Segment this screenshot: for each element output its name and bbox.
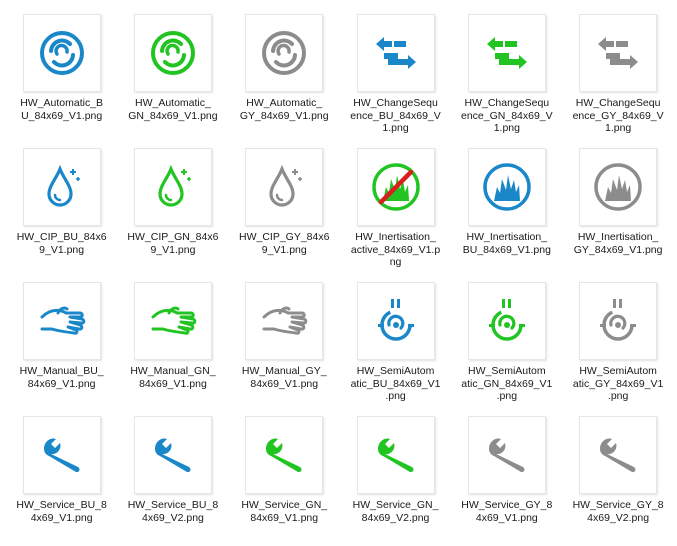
file-name-label: HW_ChangeSequ ence_GY_84x69_V 1.png: [572, 97, 664, 134]
file-item[interactable]: HW_ChangeSequ ence_GN_84x69_V 1.png: [451, 10, 562, 144]
file-name-label: HW_Service_GY_8 4x69_V2.png: [572, 499, 664, 524]
file-item[interactable]: HW_Manual_GY_ 84x69_V1.png: [229, 278, 340, 412]
file-item[interactable]: HW_Service_GY_8 4x69_V1.png: [451, 412, 562, 546]
file-thumbnail[interactable]: [245, 416, 324, 494]
file-name-label: HW_Inertisation_ GY_84x69_V1.png: [573, 231, 663, 256]
file-item[interactable]: HW_Service_GY_8 4x69_V2.png: [562, 412, 673, 546]
inertisation-icon: [592, 161, 644, 213]
service-wrench-icon: [147, 429, 199, 481]
file-item[interactable]: HW_Service_BU_8 4x69_V2.png: [117, 412, 228, 546]
file-thumbnail[interactable]: [356, 282, 435, 360]
file-thumbnail[interactable]: [467, 416, 546, 494]
file-item[interactable]: HW_Automatic_B U_84x69_V1.png: [6, 10, 117, 144]
file-name-label: HW_CIP_GN_84x6 9_V1.png: [127, 231, 219, 256]
file-thumbnail[interactable]: [22, 282, 101, 360]
file-thumbnail[interactable]: [133, 416, 212, 494]
file-item[interactable]: HW_Inertisation_ BU_84x69_V1.png: [451, 144, 562, 278]
file-name-label: HW_Service_GN_ 84x69_V2.png: [352, 499, 439, 524]
file-item[interactable]: HW_Service_GN_ 84x69_V2.png: [340, 412, 451, 546]
file-item[interactable]: HW_ChangeSequ ence_BU_84x69_V 1.png: [340, 10, 451, 144]
semi-automatic-icon: [481, 295, 533, 347]
file-thumbnail[interactable]: [356, 416, 435, 494]
file-thumbnail[interactable]: [133, 148, 212, 226]
file-name-label: HW_Manual_GY_ 84x69_V1.png: [241, 365, 327, 390]
file-thumbnail[interactable]: [245, 14, 324, 92]
manual-hand-icon: [36, 295, 88, 347]
file-name-label: HW_Manual_GN_ 84x69_V1.png: [130, 365, 216, 390]
file-thumbnail[interactable]: [356, 148, 435, 226]
change-sequence-icon: [481, 27, 533, 79]
manual-hand-icon: [258, 295, 310, 347]
file-name-label: HW_Manual_BU_ 84x69_V1.png: [19, 365, 104, 390]
file-item[interactable]: HW_CIP_GN_84x6 9_V1.png: [117, 144, 228, 278]
automatic-icon: [147, 27, 199, 79]
service-wrench-icon: [36, 429, 88, 481]
cip-drop-icon: [36, 161, 88, 213]
file-item[interactable]: HW_Service_BU_8 4x69_V1.png: [6, 412, 117, 546]
file-item[interactable]: HW_CIP_BU_84x6 9_V1.png: [6, 144, 117, 278]
file-item[interactable]: HW_Inertisation_ GY_84x69_V1.png: [562, 144, 673, 278]
file-name-label: HW_CIP_BU_84x6 9_V1.png: [16, 231, 107, 256]
file-item[interactable]: HW_CIP_GY_84x6 9_V1.png: [229, 144, 340, 278]
semi-automatic-icon: [592, 295, 644, 347]
service-wrench-icon: [258, 429, 310, 481]
inertisation-icon: [481, 161, 533, 213]
file-name-label: HW_Automatic_ GN_84x69_V1.png: [128, 97, 218, 122]
file-item[interactable]: HW_Automatic_ GN_84x69_V1.png: [117, 10, 228, 144]
file-item[interactable]: HW_Manual_GN_ 84x69_V1.png: [117, 278, 228, 412]
file-name-label: HW_ChangeSequ ence_BU_84x69_V 1.png: [350, 97, 441, 134]
file-item[interactable]: HW_ChangeSequ ence_GY_84x69_V 1.png: [562, 10, 673, 144]
file-name-label: HW_SemiAutom atic_GY_84x69_V1 .png: [572, 365, 664, 402]
file-thumbnail[interactable]: [579, 416, 658, 494]
service-wrench-icon: [370, 429, 422, 481]
file-name-label: HW_CIP_GY_84x6 9_V1.png: [239, 231, 330, 256]
file-name-label: HW_Service_GY_8 4x69_V1.png: [461, 499, 553, 524]
file-name-label: HW_Inertisation_ active_84x69_V1.p ng: [350, 231, 441, 268]
change-sequence-icon: [370, 27, 422, 79]
file-item[interactable]: HW_SemiAutom atic_GY_84x69_V1 .png: [562, 278, 673, 412]
file-thumbnail[interactable]: [245, 148, 324, 226]
file-thumbnail[interactable]: [467, 148, 546, 226]
file-thumbnail[interactable]: [579, 282, 658, 360]
file-thumbnail[interactable]: [22, 14, 101, 92]
automatic-icon: [36, 27, 88, 79]
file-name-label: HW_SemiAutom atic_BU_84x69_V1 .png: [350, 365, 441, 402]
file-item[interactable]: HW_SemiAutom atic_BU_84x69_V1 .png: [340, 278, 451, 412]
service-wrench-icon: [481, 429, 533, 481]
file-thumbnail[interactable]: [467, 282, 546, 360]
file-thumbnail[interactable]: [467, 14, 546, 92]
file-name-label: HW_Service_BU_8 4x69_V1.png: [16, 499, 107, 524]
inertisation-active-icon: [370, 161, 422, 213]
file-icon-grid: HW_Automatic_B U_84x69_V1.png HW_Automat…: [6, 10, 674, 546]
file-item[interactable]: HW_Inertisation_ active_84x69_V1.p ng: [340, 144, 451, 278]
file-thumbnail[interactable]: [579, 148, 658, 226]
file-thumbnail[interactable]: [133, 14, 212, 92]
file-name-label: HW_ChangeSequ ence_GN_84x69_V 1.png: [461, 97, 553, 134]
file-item[interactable]: HW_SemiAutom atic_GN_84x69_V1 .png: [451, 278, 562, 412]
file-item[interactable]: HW_Automatic_ GY_84x69_V1.png: [229, 10, 340, 144]
file-item[interactable]: HW_Manual_BU_ 84x69_V1.png: [6, 278, 117, 412]
service-wrench-icon: [592, 429, 644, 481]
file-item[interactable]: HW_Service_GN_ 84x69_V1.png: [229, 412, 340, 546]
file-thumbnail[interactable]: [22, 416, 101, 494]
file-name-label: HW_Service_GN_ 84x69_V1.png: [241, 499, 328, 524]
file-name-label: HW_SemiAutom atic_GN_84x69_V1 .png: [461, 365, 553, 402]
cip-drop-icon: [147, 161, 199, 213]
file-thumbnail[interactable]: [133, 282, 212, 360]
file-name-label: HW_Automatic_ GY_84x69_V1.png: [239, 97, 329, 122]
automatic-icon: [258, 27, 310, 79]
file-thumbnail[interactable]: [22, 148, 101, 226]
file-thumbnail[interactable]: [356, 14, 435, 92]
manual-hand-icon: [147, 295, 199, 347]
file-name-label: HW_Service_BU_8 4x69_V2.png: [127, 499, 219, 524]
file-name-label: HW_Inertisation_ BU_84x69_V1.png: [462, 231, 551, 256]
file-thumbnail[interactable]: [245, 282, 324, 360]
file-thumbnail[interactable]: [579, 14, 658, 92]
file-name-label: HW_Automatic_B U_84x69_V1.png: [20, 97, 104, 122]
semi-automatic-icon: [370, 295, 422, 347]
change-sequence-icon: [592, 27, 644, 79]
cip-drop-icon: [258, 161, 310, 213]
